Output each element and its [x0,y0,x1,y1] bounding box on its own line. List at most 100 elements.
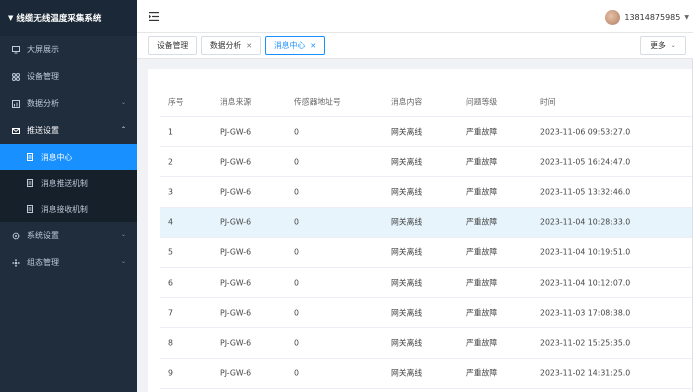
tab-label: 数据分析 [210,41,242,50]
sidebar: ▼ 线缆无线温度采集系统 大屏展示 设备管理 数据分析 ⌄ 推送设置 ⌃ 消息中… [0,0,137,392]
column-header[interactable]: 时间 [540,96,556,107]
table-cell: 网关离线 [391,338,423,348]
table-cell: 2023-11-03 17:08:38.0 [540,308,631,318]
push-settings-submenu: 消息中心 消息推送机制 消息接收机制 [0,144,137,222]
table-cell: 网关离线 [391,127,423,137]
caret-down-icon: ▼ [684,14,689,21]
table-cell: 严重故障 [466,308,498,318]
tab-data-analysis[interactable]: 数据分析 ✕ [201,36,262,55]
sidebar-item-label: 组态管理 [27,258,59,267]
triangle-down-icon: ▼ [8,14,14,22]
table-cell: 网关离线 [391,217,423,227]
table-cell: 2023-11-05 13:32:46.0 [540,187,631,197]
close-icon[interactable]: ✕ [310,42,316,50]
column-header[interactable]: 消息内容 [391,96,422,107]
table-cell: 2023-11-06 09:53:27.0 [540,127,631,137]
chart-icon [12,99,20,108]
sidebar-item-label: 数据分析 [27,99,59,108]
table-row[interactable]: 3 PJ-GW-6 0 网关离线 严重故障 2023-11-05 13:32:4… [160,177,693,208]
chevron-down-icon: ⌄ [670,42,676,49]
document-icon [27,179,33,187]
table-cell: 9 [168,368,173,378]
app-title: 线缆无线温度采集系统 [16,14,102,24]
table-cell: 1 [168,127,173,137]
user-menu[interactable]: 13814875985 ▼ [605,10,689,25]
table-row[interactable]: 9 PJ-GW-6 0 网关离线 严重故障 2023-11-02 14:31:2… [160,359,693,389]
gear-icon [12,232,20,240]
mail-icon [12,127,20,135]
tab-label: 消息中心 [274,41,306,50]
table-cell: 网关离线 [391,368,423,378]
table-cell: 严重故障 [466,157,498,167]
close-icon[interactable]: ✕ [246,42,252,50]
table-cell: 0 [294,127,299,137]
chevron-down-icon: ⌄ [120,258,126,265]
sidebar-item-data-analysis[interactable]: 数据分析 ⌄ [0,90,137,117]
table-cell: 0 [294,187,299,197]
table-cell: 0 [294,308,299,318]
column-header[interactable]: 传感器地址号 [294,96,341,107]
tab-message-center[interactable]: 消息中心 ✕ [265,36,326,55]
table-cell: 2023-11-04 10:19:51.0 [540,247,631,257]
table-row[interactable]: 5 PJ-GW-6 0 网关离线 严重故障 2023-11-04 10:19:5… [160,238,693,268]
table-cell: PJ-GW-6 [220,368,252,378]
table-cell: 3 [168,187,173,197]
table-row[interactable]: 8 PJ-GW-6 0 网关离线 严重故障 2023-11-02 15:25:3… [160,328,693,359]
table-cell: 7 [168,308,173,318]
column-header[interactable]: 序号 [168,96,184,107]
document-icon [27,153,33,161]
sidebar-item-label: 消息接收机制 [41,204,88,214]
config-icon [12,258,20,267]
table-cell: 网关离线 [391,308,423,318]
table-cell: 严重故障 [466,278,498,288]
table-cell: 严重故障 [466,217,498,227]
table-cell: PJ-GW-6 [220,308,252,318]
table-row-highlighted[interactable]: 4 PJ-GW-6 0 网关离线 严重故障 2023-11-04 10:28:3… [160,207,693,238]
sidebar-item-message-center[interactable]: 消息中心 [0,144,137,170]
sidebar-item-label: 设备管理 [27,72,59,81]
sidebar-item-receive-mechanism[interactable]: 消息接收机制 [0,196,137,222]
sidebar-item-label: 消息中心 [41,152,73,162]
more-button[interactable]: 更多 ⌄ [640,36,686,55]
table-cell: 2023-11-05 16:24:47.0 [540,157,631,167]
table-cell: PJ-GW-6 [220,127,252,137]
sidebar-item-config-management[interactable]: 组态管理 ⌄ [0,249,137,276]
table-row[interactable]: 2 PJ-GW-6 0 网关离线 严重故障 2023-11-05 16:24:4… [160,147,693,178]
table-cell: 网关离线 [391,157,423,167]
table-cell: PJ-GW-6 [220,217,252,227]
menu-fold-icon[interactable] [149,12,159,21]
table-cell: 4 [168,217,173,227]
table-cell: PJ-GW-6 [220,338,252,348]
table-cell: 严重故障 [466,338,498,348]
top-header: 13814875985 ▼ [137,0,693,33]
table-cell: 0 [294,278,299,288]
table-cell: 网关离线 [391,187,423,197]
table-cell: 2023-11-02 15:25:35.0 [540,338,631,348]
column-header[interactable]: 问题等级 [466,96,497,107]
sidebar-item-push-settings[interactable]: 推送设置 ⌃ [0,117,137,144]
sidebar-item-label: 消息推送机制 [41,178,88,188]
table-cell: 5 [168,247,173,257]
table-cell: 2023-11-04 10:28:33.0 [540,217,631,227]
column-header[interactable]: 消息来源 [220,96,251,107]
table-cell: 2 [168,157,173,167]
table-row[interactable]: 7 PJ-GW-6 0 网关离线 严重故障 2023-11-03 17:08:3… [160,298,693,329]
table-row[interactable]: 6 PJ-GW-6 0 网关离线 严重故障 2023-11-04 10:12:0… [160,268,693,299]
table-row[interactable]: 1 PJ-GW-6 0 网关离线 严重故障 2023-11-06 09:53:2… [160,117,693,148]
table-cell: 网关离线 [391,278,423,288]
sidebar-item-device-management[interactable]: 设备管理 [0,63,137,90]
table-cell: 0 [294,217,299,227]
table-cell: 严重故障 [466,368,498,378]
table-cell: 0 [294,368,299,378]
table-cell: PJ-GW-6 [220,157,252,167]
table-cell: 6 [168,278,173,288]
sidebar-item-push-mechanism[interactable]: 消息推送机制 [0,170,137,196]
table-cell: 严重故障 [466,127,498,137]
table-cell: 0 [294,157,299,167]
tab-device-management[interactable]: 设备管理 [148,36,198,55]
sidebar-item-system-settings[interactable]: 系统设置 ⌄ [0,222,137,249]
sidebar-item-dashboard[interactable]: 大屏展示 [0,36,137,63]
table-cell: 2023-11-02 14:31:25.0 [540,368,631,378]
sidebar-item-label: 大屏展示 [27,45,59,54]
avatar [605,10,621,25]
